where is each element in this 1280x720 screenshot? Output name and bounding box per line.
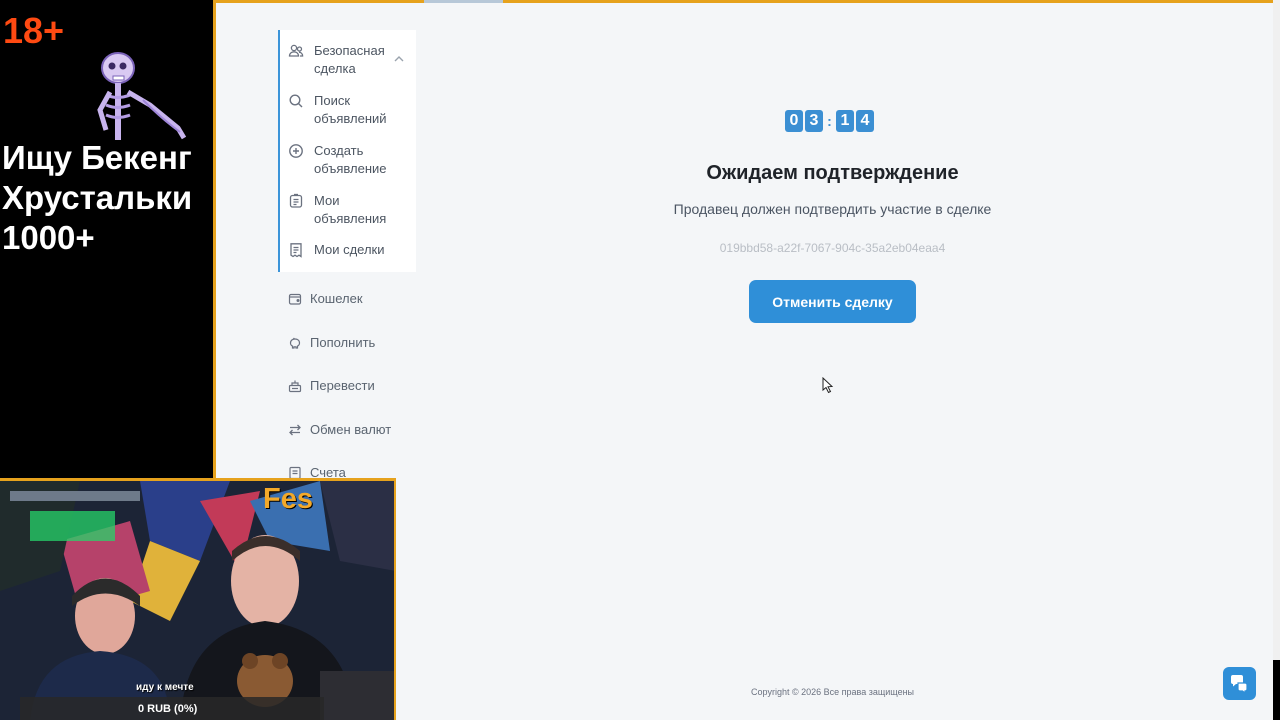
sidebar-item-safe-deal[interactable]: Безопасная сделка [288,42,385,78]
receipt-icon [290,243,302,258]
donation-goal-amount: 0 RUB (0%) [138,703,198,715]
sidebar-item-safe-deal-label: Безопасная сделка [314,43,385,76]
age-rating-label: 18+ [3,10,65,51]
timer-digit: 1 [836,110,854,132]
sidebar-item-transfer[interactable]: Перевести [288,378,375,393]
clipboard-icon [289,193,303,208]
users-icon [288,44,304,57]
wallet-icon [288,293,302,305]
sidebar-item-currency-exchange[interactable]: Обмен валют [288,422,391,437]
status-description: Продавец должен подтвердить участие в сд… [673,201,992,217]
countdown-timer: 0 3 : 1 4 [785,110,876,132]
sidebar-item-wallet-label: Кошелек [310,291,363,306]
screen: 18+ Ищу Бекенг Хрустальки 1000+ Безопасн… [0,0,1280,720]
search-icon [289,94,303,108]
mouse-cursor-icon [822,377,834,394]
timer-digit: 0 [785,110,803,132]
overlay-line-3: 1000+ [2,219,95,256]
transfer-icon [288,380,302,392]
screen-edge [1273,660,1280,720]
sidebar-item-wallet[interactable]: Кошелек [288,291,363,306]
sidebar-item-transfer-label: Перевести [310,378,375,393]
page-title: Ожидаем подтверждение [706,162,959,184]
exchange-icon [289,424,301,435]
overlay-line-2: Хрустальки [2,179,193,216]
sidebar-item-search-ads[interactable]: Поиск объявлений [288,92,387,128]
plus-circle-icon [289,144,303,158]
webcam-image [0,481,394,720]
donation-goal-caption: иду к мечте [136,682,194,693]
timer-digit: 3 [805,110,823,132]
footer-copyright: Copyright © 2026 Все права защищены [750,687,915,697]
timer-digit: 4 [856,110,874,132]
chat-icon [1230,674,1248,694]
stream-overlay-panel: 18+ Ищу Бекенг Хрустальки 1000+ [0,0,213,478]
webcam-feed: Fes иду к мечте 0 RUB (0%) [0,478,396,720]
sidebar-item-my-ads[interactable]: Мои объявления [288,192,386,228]
streamer-name: Fes [263,483,313,515]
sidebar-item-top-up[interactable]: Пополнить [288,335,375,350]
skeleton-icon [97,52,187,140]
sidebar-item-top-up-label: Пополнить [310,335,376,350]
overlay-line-1: Ищу Бекенг [2,139,192,176]
sidebar-item-my-deals[interactable]: Мои сделки [288,241,385,259]
deal-id: 019bbd58-a22f-7067-904c-35a2eb04eaa4 [719,241,946,255]
sidebar-item-currency-exchange-label: Обмен валют [310,422,392,437]
piggy-bank-icon [289,337,301,349]
sidebar-item-create-ad[interactable]: Создать объявление [288,142,387,178]
support-chat-button[interactable] [1223,667,1256,700]
timer-separator: : [827,113,832,129]
tab-indicator [424,0,503,3]
chevron-up-icon[interactable] [393,54,405,64]
cancel-deal-button[interactable]: Отменить сделку [749,280,916,323]
scrollbar[interactable] [1273,0,1280,660]
